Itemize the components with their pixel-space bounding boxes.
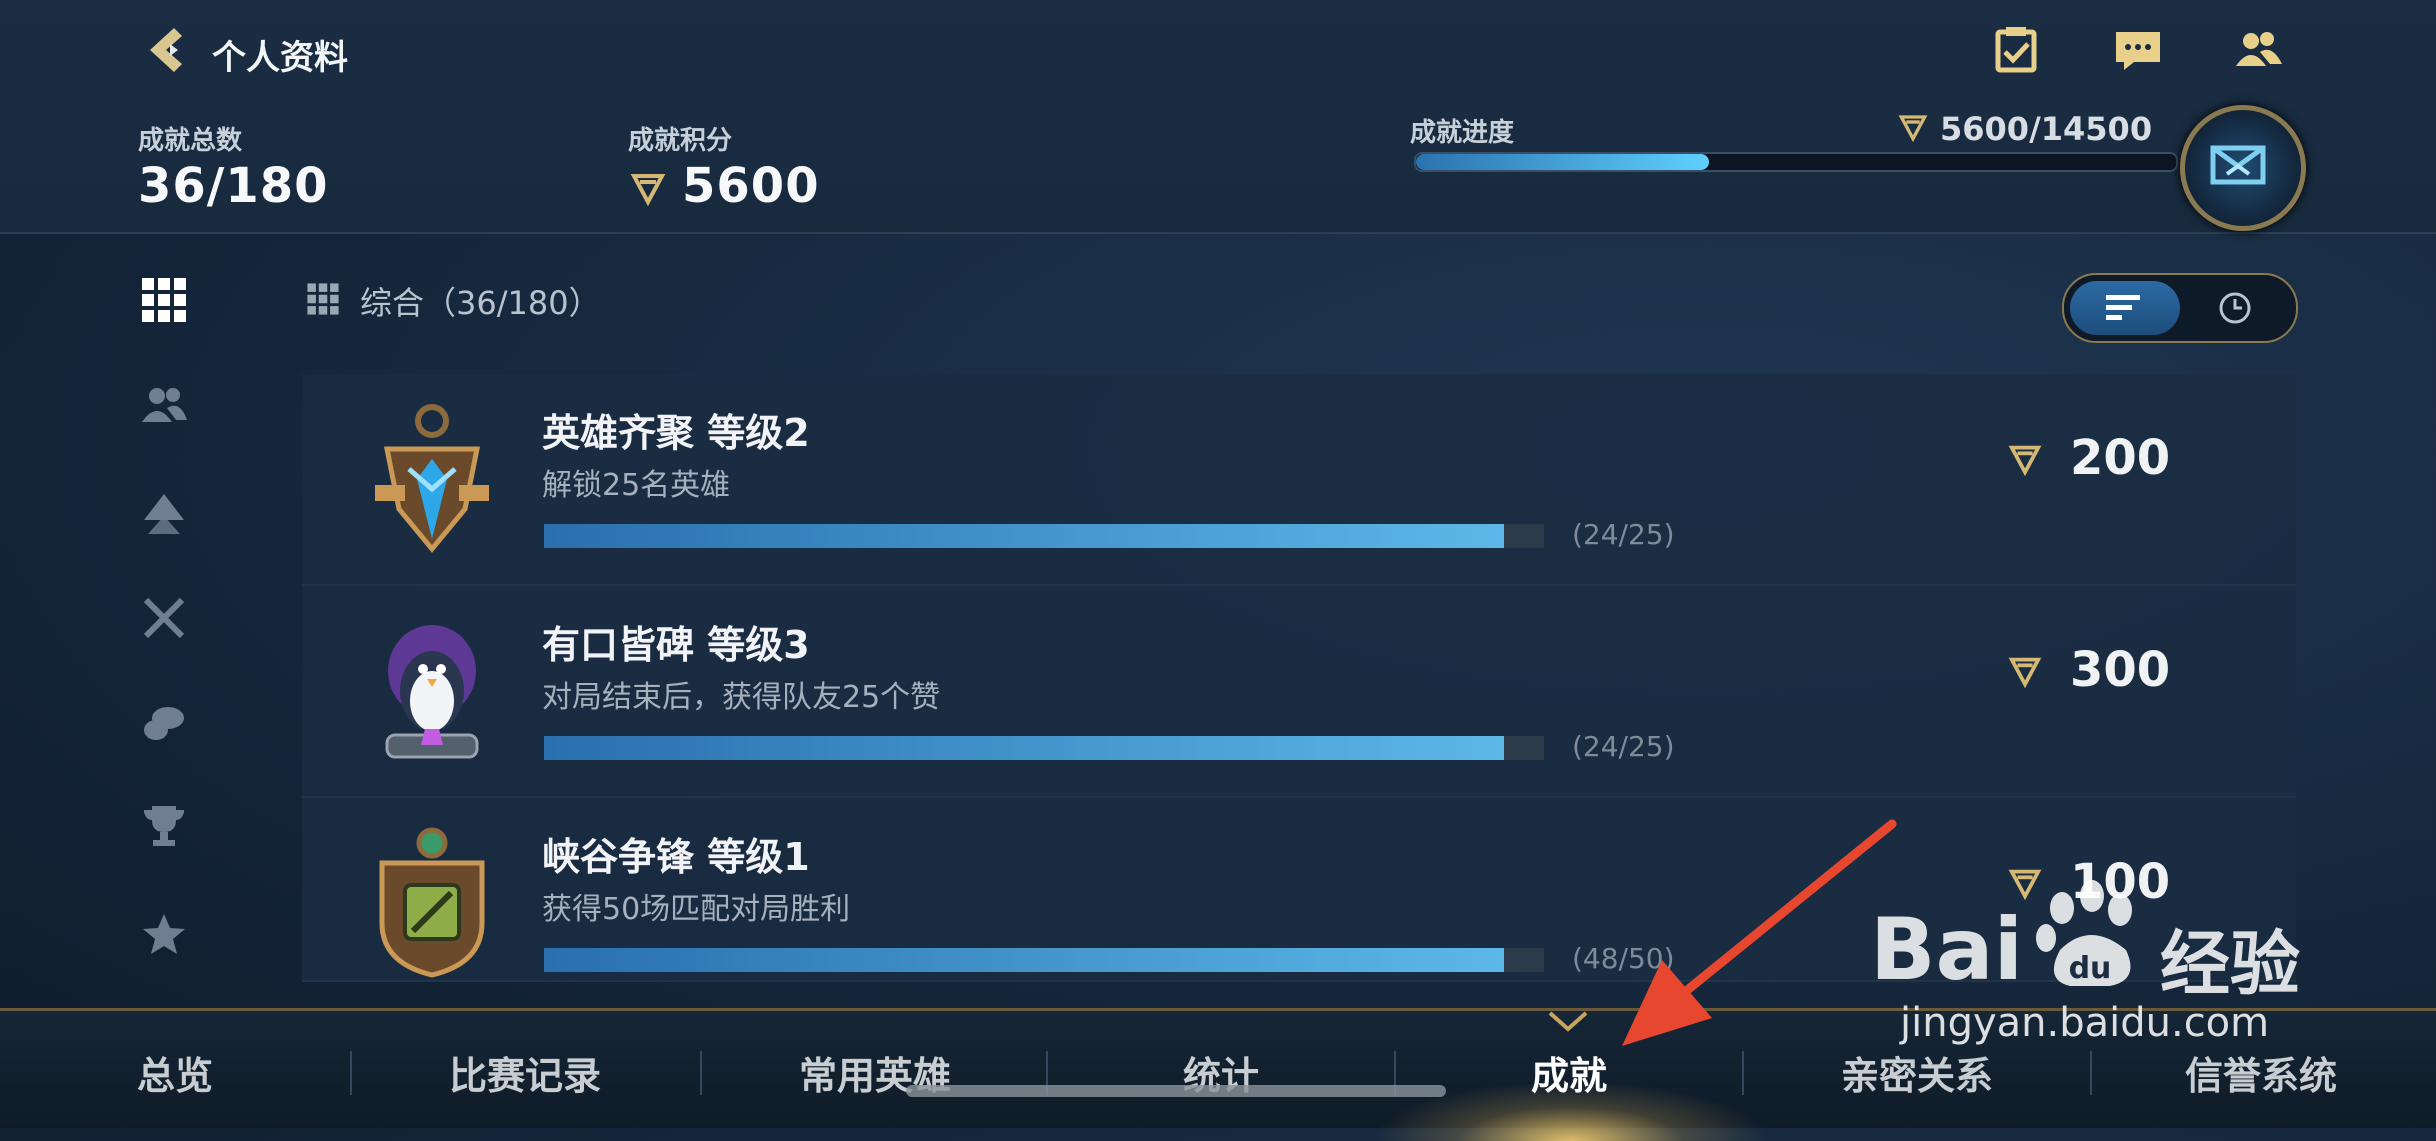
achievement-total-label: 成就总数 xyxy=(138,126,243,156)
grid-icon xyxy=(307,283,339,315)
achievement-progress-bar xyxy=(1414,152,2178,172)
back-arrow-icon[interactable] xyxy=(140,22,196,78)
achievement-name: 英雄齐聚 等级2 xyxy=(542,411,810,455)
emblem-icon xyxy=(2210,145,2266,185)
achievement-progress-bar xyxy=(544,948,1544,972)
tab-match-history[interactable]: 比赛记录 xyxy=(350,1045,700,1100)
penguin-badge-icon xyxy=(385,625,479,759)
paw-icon: du xyxy=(2036,880,2132,986)
svg-text:du: du xyxy=(2069,951,2112,986)
achievement-progress-fill xyxy=(544,524,1504,548)
points-icon xyxy=(1898,115,1928,142)
chat-bubble-icon[interactable] xyxy=(2112,24,2164,76)
trophy-icon[interactable] xyxy=(140,802,188,850)
achievement-points-value: 5600 xyxy=(682,158,820,214)
friends-icon[interactable] xyxy=(2232,24,2284,76)
watermark-brand: Bai xyxy=(1870,900,2024,1000)
achievement-description: 解锁25名英雄 xyxy=(542,468,731,503)
page-title: 个人资料 xyxy=(212,38,348,78)
achievement-progress-value: 5600/14500 xyxy=(1940,110,2153,148)
achievement-progress-count: (24/25) xyxy=(1572,730,1675,763)
tab-overview[interactable]: 总览 xyxy=(0,1045,350,1100)
tab-credit-system[interactable]: 信誉系统 xyxy=(2086,1045,2436,1100)
points-icon xyxy=(2008,445,2042,476)
achievement-description: 对局结束后，获得队友25个赞 xyxy=(542,680,941,715)
achievement-progress-bar xyxy=(544,524,1544,548)
category-label: 综合（36/180） xyxy=(360,284,601,322)
baidu-watermark: Bai du 经验 jingyan.baidu.com xyxy=(1870,880,2310,1046)
achievement-reward: 300 xyxy=(2070,642,2171,698)
clock-icon xyxy=(2219,292,2251,324)
achievement-name: 峡谷争锋 等级1 xyxy=(542,835,810,879)
crossed-swords-icon[interactable] xyxy=(140,594,188,642)
chevron-down-icon xyxy=(1548,1011,1588,1032)
achievement-emblem[interactable] xyxy=(2180,105,2306,231)
sort-by-time-button[interactable] xyxy=(2180,281,2290,335)
rank-icon[interactable] xyxy=(140,490,188,538)
profile-header: 个人资料 成就总数 36/180 成就积分 5600 成就进度 5600/145… xyxy=(0,0,2436,234)
achievement-card[interactable]: 有口皆碑 等级3 对局结束后，获得队友25个赞 (24/25) 300 xyxy=(302,586,2296,798)
achievement-progress-bar xyxy=(544,736,1544,760)
sort-lines-icon xyxy=(2106,295,2140,320)
clipboard-check-icon[interactable] xyxy=(1990,24,2042,76)
achievement-progress-fill xyxy=(544,948,1504,972)
grid-icon[interactable] xyxy=(140,276,188,324)
hero-gathering-badge-icon xyxy=(375,404,489,553)
achievement-reward: 200 xyxy=(2070,430,2171,486)
watermark-url: jingyan.baidu.com xyxy=(1900,1000,2270,1046)
sort-toggle xyxy=(2062,273,2298,343)
achievement-points-label: 成就积分 xyxy=(628,126,733,156)
achievement-progress-fill xyxy=(544,736,1504,760)
points-icon xyxy=(630,174,666,206)
achievement-total-value: 36/180 xyxy=(138,158,329,214)
star-icon[interactable] xyxy=(140,910,188,958)
achievement-progress-fill xyxy=(1416,154,1710,170)
achievement-card[interactable]: 英雄齐聚 等级2 解锁25名英雄 (24/25) 200 xyxy=(302,374,2296,586)
home-indicator xyxy=(906,1085,1446,1097)
hand-icon[interactable] xyxy=(140,698,188,746)
shield-badge-icon xyxy=(379,827,485,978)
sort-by-list-button[interactable] xyxy=(2070,281,2180,335)
people-icon[interactable] xyxy=(140,382,188,430)
watermark-brand-suffix: 经验 xyxy=(2160,923,2300,1005)
achievement-description: 获得50场匹配对局胜利 xyxy=(542,892,851,927)
achievement-progress-count: (24/25) xyxy=(1572,518,1675,551)
achievement-progress-label: 成就进度 xyxy=(1410,118,1515,148)
points-icon xyxy=(2008,657,2042,688)
achievement-name: 有口皆碑 等级3 xyxy=(542,623,810,667)
